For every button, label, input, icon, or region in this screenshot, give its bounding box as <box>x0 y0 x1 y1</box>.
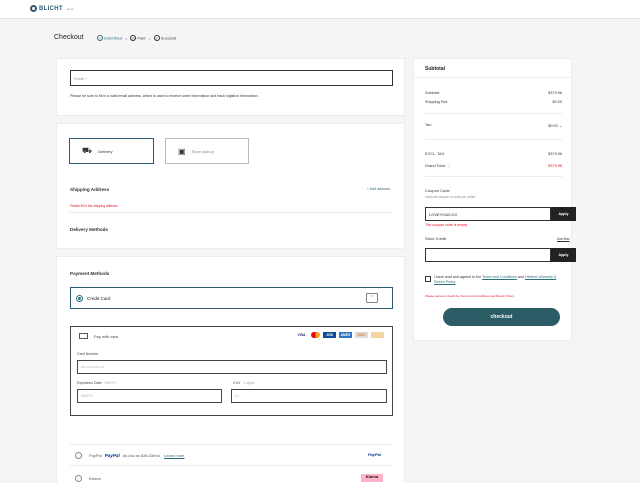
divider <box>425 176 562 177</box>
excl-tax-row: EXCL. TAX: $379.96 <box>425 152 562 156</box>
store-pickup-option-button[interactable]: ▣ Store pickup <box>165 138 249 164</box>
step-submitted: ✓ Submitted <box>97 35 123 41</box>
step-succeed: ✓ Succeed <box>153 35 177 41</box>
expiry-input[interactable]: MM/YY <box>77 389 222 403</box>
shipping-address-error: Please fill in the shipping address. <box>70 204 119 208</box>
paypal-logo: PayPal <box>104 452 120 458</box>
terms-link[interactable]: Terms and Conditions <box>482 275 517 279</box>
truck-icon: ⛟ <box>82 146 93 155</box>
credit-card-option[interactable]: Credit Card ▭ <box>70 287 393 309</box>
mastercard-icon <box>311 332 320 338</box>
agree-checkbox[interactable] <box>425 276 431 282</box>
page-title: Checkout <box>54 34 84 41</box>
paypal-option[interactable]: PayPal PayPal As low as $36.33/mo. Learn… <box>70 444 393 466</box>
clock-icon: ◷ <box>130 35 137 41</box>
chevron-down-icon: ⌄ <box>558 124 562 128</box>
paypal-label: PayPal <box>89 452 102 458</box>
check-circle-icon: ✓ <box>97 35 103 41</box>
tax-row[interactable]: Tax: $0.00 ⌄ <box>425 123 562 128</box>
top-bar: BLICHT store <box>0 0 640 19</box>
checkout-steps: ✓ Submitted > ◷ Paid > ✓ Succeed <box>97 35 176 41</box>
klarna-badge: Klarna <box>361 474 383 482</box>
info-icon: ⓘ <box>446 164 451 168</box>
shipping-section: ⛟ Delivery ▣ Store pickup Shipping Addre… <box>56 123 405 249</box>
store-pickup-option-label: Store pickup <box>191 148 214 154</box>
coupon-error: The coupon code is empty <box>425 223 468 227</box>
learn-more-link[interactable]: Learn more <box>164 453 184 458</box>
brand-name: BLICHT <box>39 5 63 12</box>
card-icon <box>79 333 88 339</box>
visa-icon: VISA <box>297 333 306 337</box>
payment-section: Payment Methods Credit Card ▭ Pay with c… <box>56 256 405 483</box>
payment-methods-title: Payment Methods <box>70 271 110 276</box>
paypal-radio[interactable] <box>75 451 82 459</box>
card-number-label: Card Number <box>77 352 99 356</box>
coupon-input[interactable]: LOVEYOU0.C0 <box>425 207 551 221</box>
klarna-option[interactable]: Klarna Klarna <box>70 470 393 483</box>
card-brand-icon <box>371 332 384 338</box>
divider <box>70 212 393 213</box>
credit-card-label: Credit Card <box>87 295 111 301</box>
coupon-label: Coupon Code <box>425 188 450 193</box>
logo-icon <box>30 5 37 12</box>
cvv-input[interactable]: ••• <box>231 389 387 403</box>
cvv-label: CVV 3 digits <box>233 381 255 385</box>
store-credit-input[interactable] <box>425 248 551 262</box>
brand-sub: store <box>66 6 74 11</box>
pay-with-card: Pay with card <box>79 333 118 339</box>
agree-error: Please agree to check the Terms and Cond… <box>425 294 515 298</box>
check-circle-icon: ✓ <box>153 35 160 41</box>
delivery-option-button[interactable]: ⛟ Delivery <box>69 138 154 164</box>
checkout-button[interactable]: checkout <box>443 308 560 326</box>
card-number-input[interactable]: •••• •••• •••• •••• <box>77 360 387 374</box>
order-summary: Subtotal Subtotal: $379.96 Shipping Fee: $… <box>413 58 576 341</box>
summary-title: Subtotal <box>414 59 571 78</box>
agree-terms: I have read and agreed to the Terms and … <box>425 275 565 285</box>
apply-credit-button[interactable]: Apply <box>551 248 576 262</box>
step-separator: > <box>148 35 151 41</box>
grand-total-row: Grand Total: ⓘ $379.96 <box>425 164 562 168</box>
credit-card-icon: ▭ <box>366 293 378 303</box>
apply-coupon-button[interactable]: Apply <box>551 207 576 221</box>
email-section: Email * Please be sure to fill in a vali… <box>56 58 405 116</box>
divider <box>425 113 562 114</box>
use-max-link[interactable]: Use Max <box>557 237 570 241</box>
email-note: Please be sure to fill in a valid email … <box>70 94 259 98</box>
divider <box>425 139 562 140</box>
subtotal-row: Subtotal: $379.96 <box>425 91 562 95</box>
klarna-label: Klarna <box>89 476 101 481</box>
email-field[interactable]: Email * <box>70 70 393 86</box>
shipping-fee-row: Shipping Fee: $0.00 <box>425 100 562 104</box>
shipping-address-title: Shipping Address <box>70 187 110 192</box>
discover-icon: DISC <box>355 332 368 338</box>
expiry-label: Expiration Date MM/YY <box>77 381 117 385</box>
store-icon: ▣ <box>178 146 186 156</box>
amex-icon: AMEX <box>339 332 352 338</box>
brand-logo[interactable]: BLICHT store <box>30 5 73 12</box>
jcb-icon: JCB <box>323 332 336 338</box>
pay-with-card-label: Pay with card <box>94 333 119 339</box>
card-form: Pay with card VISA JCB AMEX DISC Card Nu… <box>70 326 393 416</box>
store-credit-label: Store Credit <box>425 236 447 241</box>
paypal-badge: PayPal <box>367 452 381 457</box>
klarna-radio[interactable] <box>75 475 82 482</box>
coupon-hint: Limit one coupon or code per order! <box>425 195 476 199</box>
step-separator: > <box>125 35 128 41</box>
card-brands: VISA JCB AMEX DISC <box>295 332 384 338</box>
paypal-note: As low as $36.33/mo. <box>122 452 162 458</box>
step-paid: ◷ Paid <box>130 35 146 41</box>
tax-value: $0.00 ⌄ <box>548 124 562 128</box>
delivery-methods-title: Delivery Methods <box>70 227 109 232</box>
delivery-option-label: Delivery <box>98 148 113 154</box>
credit-card-radio[interactable] <box>76 294 83 302</box>
add-address-link[interactable]: + Add address <box>367 187 390 191</box>
